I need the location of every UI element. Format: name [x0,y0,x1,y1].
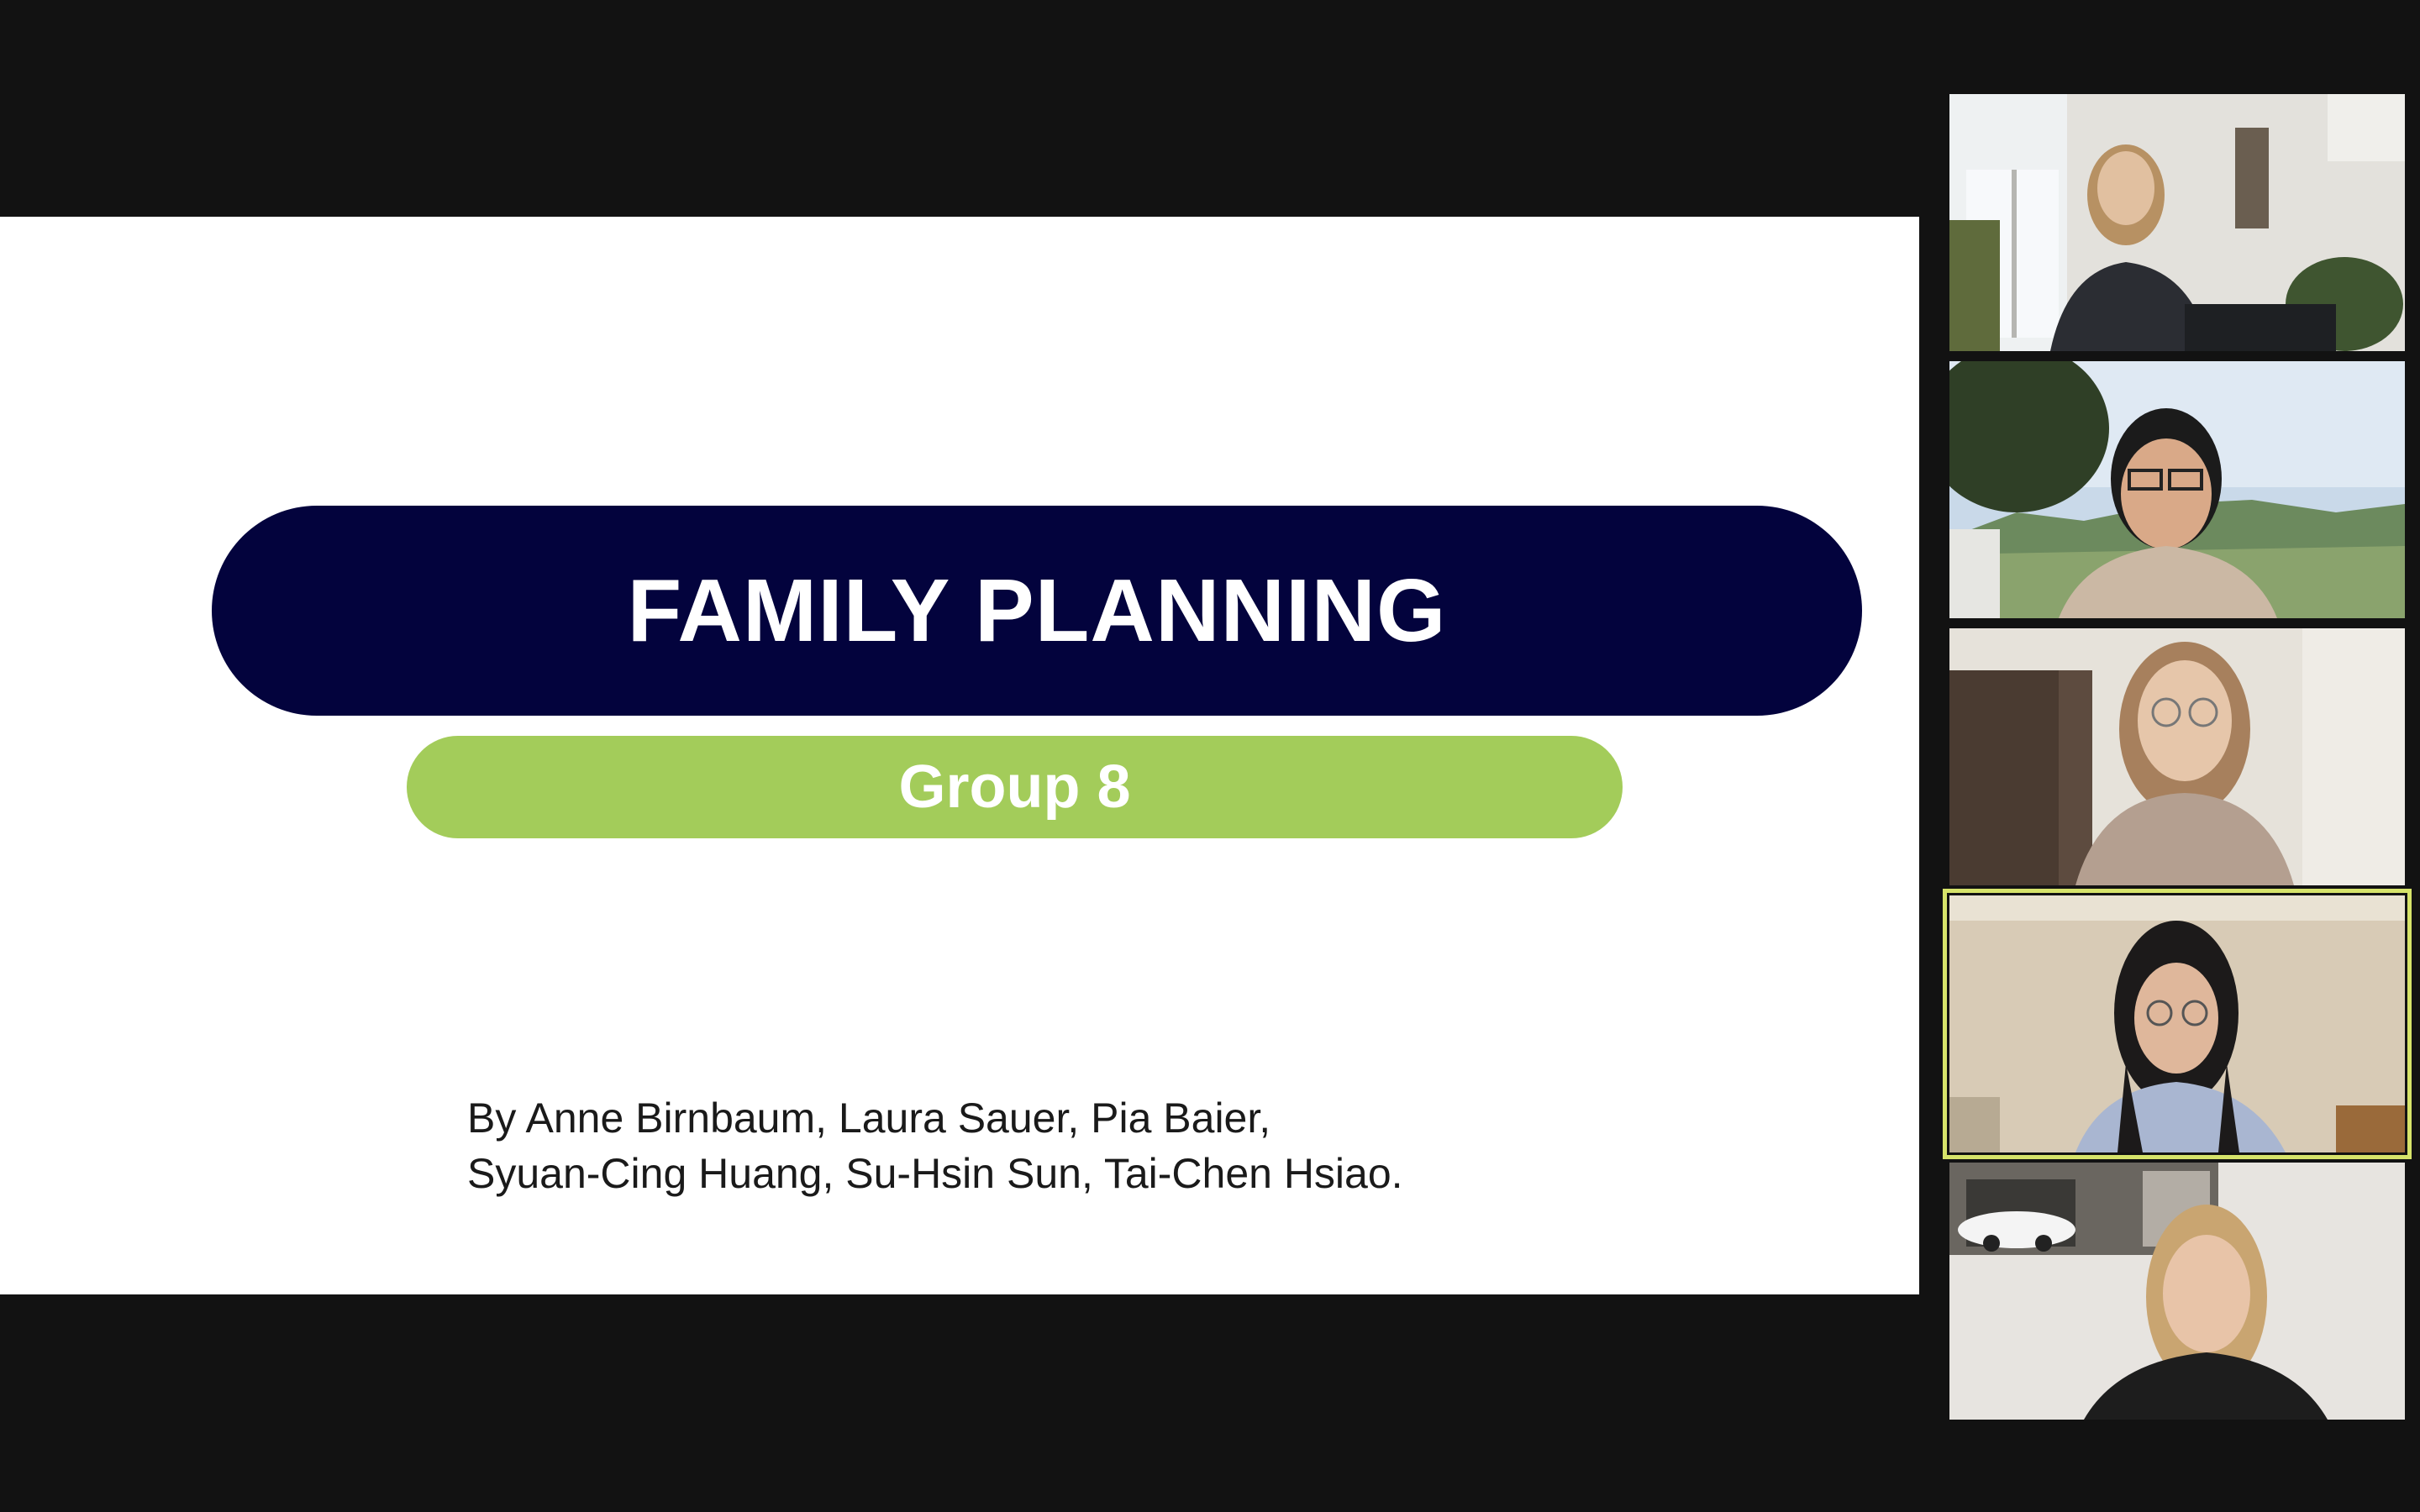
participant-video-5 [1949,1163,2405,1420]
participant-tile-3[interactable] [1949,628,2405,885]
participant-tile-5[interactable] [1949,1163,2405,1420]
participant-video-4 [1949,895,2405,1152]
slide-subtitle: Group 8 [898,753,1131,821]
slide-title: FAMILY PLANNING [627,560,1447,660]
authors-line-1: By Anne Birnbaum, Laura Sauer, Pia Baier… [467,1095,1271,1142]
slide-title-banner: FAMILY PLANNING [212,506,1862,716]
participant-tile-2[interactable] [1949,361,2405,618]
authors-line-2: Syuan-Cing Huang, Su-Hsin Sun, Tai-Chen … [467,1150,1403,1197]
participant-tile-4-active-speaker[interactable] [1943,889,2412,1159]
participant-tile-1[interactable] [1949,94,2405,351]
slide-authors: By Anne Birnbaum, Laura Sauer, Pia Baier… [467,1090,1403,1201]
participant-video-3 [1949,628,2405,885]
slide-subtitle-banner: Group 8 [407,736,1623,838]
participant-video-1 [1949,94,2405,351]
meeting-window: FAMILY PLANNING Group 8 By Anne Birnbaum… [0,0,2420,1512]
participant-video-2 [1949,361,2405,618]
shared-screen-slide: FAMILY PLANNING Group 8 By Anne Birnbaum… [0,217,1919,1294]
